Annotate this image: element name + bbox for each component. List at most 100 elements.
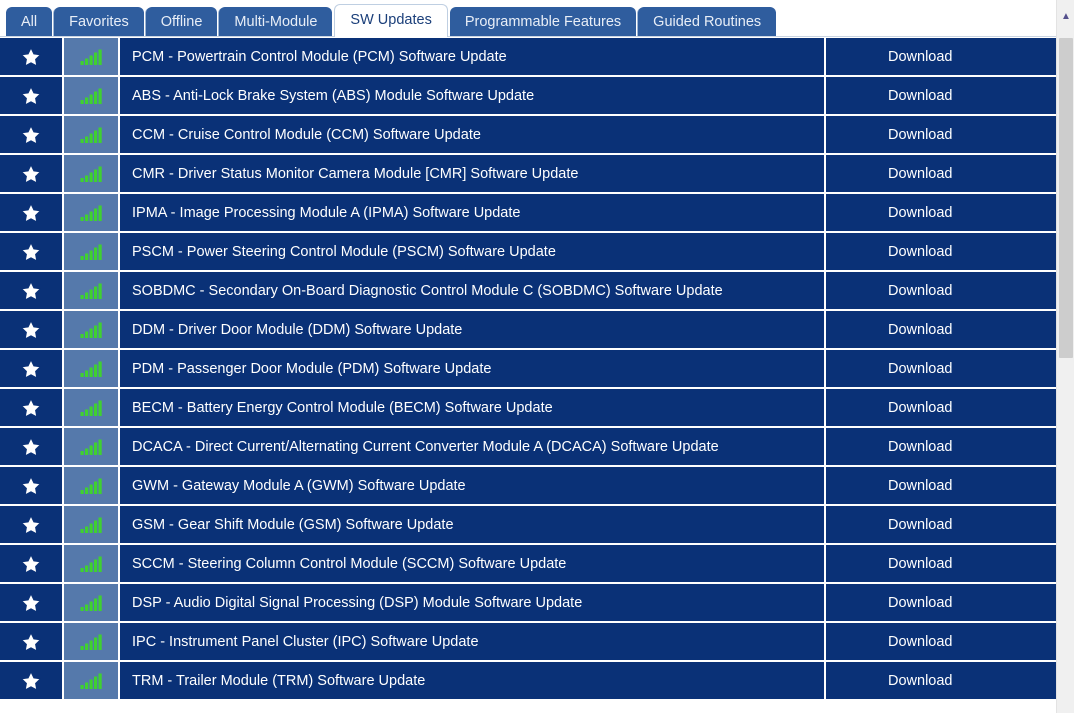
tab-guided-routines[interactable]: Guided Routines <box>638 7 777 37</box>
module-update-title[interactable]: TRM - Trailer Module (TRM) Software Upda… <box>120 662 824 699</box>
module-update-title[interactable]: DSP - Audio Digital Signal Processing (D… <box>120 584 824 621</box>
download-button[interactable]: Download <box>826 311 1056 348</box>
download-button[interactable]: Download <box>826 116 1056 153</box>
download-button[interactable]: Download <box>826 662 1056 699</box>
download-button[interactable]: Download <box>826 194 1056 231</box>
table-row[interactable]: SCCM - Steering Column Control Module (S… <box>0 545 1056 582</box>
signal-bars-icon <box>80 517 102 533</box>
tab-programmable-features[interactable]: Programmable Features <box>449 7 637 37</box>
module-update-title[interactable]: CMR - Driver Status Monitor Camera Modul… <box>120 155 824 192</box>
tab-offline[interactable]: Offline <box>145 7 218 37</box>
connection-status-cell[interactable] <box>64 662 118 699</box>
download-button[interactable]: Download <box>826 623 1056 660</box>
table-row[interactable]: CCM - Cruise Control Module (CCM) Softwa… <box>0 116 1056 153</box>
signal-bars-icon <box>80 166 102 182</box>
table-row[interactable]: CMR - Driver Status Monitor Camera Modul… <box>0 155 1056 192</box>
table-row[interactable]: SOBDMC - Secondary On-Board Diagnostic C… <box>0 272 1056 309</box>
vertical-scrollbar[interactable]: ▲ <box>1056 0 1074 713</box>
connection-status-cell[interactable] <box>64 545 118 582</box>
module-update-title[interactable]: SOBDMC - Secondary On-Board Diagnostic C… <box>120 272 824 309</box>
scroll-up-arrow-icon[interactable]: ▲ <box>1057 12 1074 22</box>
connection-status-cell[interactable] <box>64 467 118 504</box>
module-update-title[interactable]: PSCM - Power Steering Control Module (PS… <box>120 233 824 270</box>
table-row[interactable]: BECM - Battery Energy Control Module (BE… <box>0 389 1056 426</box>
favorite-toggle[interactable] <box>0 311 62 348</box>
download-button[interactable]: Download <box>826 584 1056 621</box>
table-row[interactable]: TRM - Trailer Module (TRM) Software Upda… <box>0 662 1056 699</box>
favorite-toggle[interactable] <box>0 389 62 426</box>
table-row[interactable]: GSM - Gear Shift Module (GSM) Software U… <box>0 506 1056 543</box>
connection-status-cell[interactable] <box>64 233 118 270</box>
module-update-title[interactable]: DCACA - Direct Current/Alternating Curre… <box>120 428 824 465</box>
connection-status-cell[interactable] <box>64 194 118 231</box>
module-update-title[interactable]: ABS - Anti-Lock Brake System (ABS) Modul… <box>120 77 824 114</box>
favorite-toggle[interactable] <box>0 506 62 543</box>
table-row[interactable]: DSP - Audio Digital Signal Processing (D… <box>0 584 1056 621</box>
favorite-toggle[interactable] <box>0 623 62 660</box>
scrollbar-thumb[interactable] <box>1059 38 1073 358</box>
tab-sw-updates[interactable]: SW Updates <box>334 4 448 37</box>
download-button[interactable]: Download <box>826 155 1056 192</box>
module-update-title[interactable]: SCCM - Steering Column Control Module (S… <box>120 545 824 582</box>
favorite-toggle[interactable] <box>0 194 62 231</box>
favorite-toggle[interactable] <box>0 272 62 309</box>
favorite-toggle[interactable] <box>0 116 62 153</box>
table-row[interactable]: DDM - Driver Door Module (DDM) Software … <box>0 311 1056 348</box>
download-button[interactable]: Download <box>826 77 1056 114</box>
download-button[interactable]: Download <box>826 272 1056 309</box>
table-row[interactable]: GWM - Gateway Module A (GWM) Software Up… <box>0 467 1056 504</box>
download-button[interactable]: Download <box>826 38 1056 75</box>
download-button[interactable]: Download <box>826 506 1056 543</box>
module-update-title[interactable]: BECM - Battery Energy Control Module (BE… <box>120 389 824 426</box>
favorite-toggle[interactable] <box>0 350 62 387</box>
favorite-toggle[interactable] <box>0 545 62 582</box>
table-row[interactable]: PSCM - Power Steering Control Module (PS… <box>0 233 1056 270</box>
tab-bar-underline <box>0 36 1056 37</box>
download-button[interactable]: Download <box>826 545 1056 582</box>
download-button[interactable]: Download <box>826 428 1056 465</box>
module-update-title[interactable]: PCM - Powertrain Control Module (PCM) So… <box>120 38 824 75</box>
connection-status-cell[interactable] <box>64 350 118 387</box>
module-update-title[interactable]: DDM - Driver Door Module (DDM) Software … <box>120 311 824 348</box>
table-row[interactable]: IPC - Instrument Panel Cluster (IPC) Sof… <box>0 623 1056 660</box>
favorite-toggle[interactable] <box>0 77 62 114</box>
tab-multi-module[interactable]: Multi-Module <box>219 7 333 37</box>
favorite-toggle[interactable] <box>0 584 62 621</box>
tab-all[interactable]: All <box>6 7 53 37</box>
download-button[interactable]: Download <box>826 350 1056 387</box>
module-update-title[interactable]: PDM - Passenger Door Module (PDM) Softwa… <box>120 350 824 387</box>
favorite-toggle[interactable] <box>0 662 62 699</box>
favorite-toggle[interactable] <box>0 467 62 504</box>
software-update-list[interactable]: PCM - Powertrain Control Module (PCM) So… <box>0 38 1056 713</box>
connection-status-cell[interactable] <box>64 623 118 660</box>
connection-status-cell[interactable] <box>64 506 118 543</box>
connection-status-cell[interactable] <box>64 38 118 75</box>
module-update-title[interactable]: GSM - Gear Shift Module (GSM) Software U… <box>120 506 824 543</box>
connection-status-cell[interactable] <box>64 584 118 621</box>
table-row[interactable]: PCM - Powertrain Control Module (PCM) So… <box>0 38 1056 75</box>
table-row[interactable]: ABS - Anti-Lock Brake System (ABS) Modul… <box>0 77 1056 114</box>
connection-status-cell[interactable] <box>64 272 118 309</box>
favorite-toggle[interactable] <box>0 155 62 192</box>
favorite-toggle[interactable] <box>0 38 62 75</box>
table-row[interactable]: PDM - Passenger Door Module (PDM) Softwa… <box>0 350 1056 387</box>
table-row[interactable]: DCACA - Direct Current/Alternating Curre… <box>0 428 1056 465</box>
module-update-title[interactable]: IPMA - Image Processing Module A (IPMA) … <box>120 194 824 231</box>
star-icon <box>21 125 41 145</box>
connection-status-cell[interactable] <box>64 389 118 426</box>
module-update-title[interactable]: IPC - Instrument Panel Cluster (IPC) Sof… <box>120 623 824 660</box>
connection-status-cell[interactable] <box>64 155 118 192</box>
favorite-toggle[interactable] <box>0 233 62 270</box>
table-row[interactable]: IPMA - Image Processing Module A (IPMA) … <box>0 194 1056 231</box>
download-button[interactable]: Download <box>826 389 1056 426</box>
tab-favorites[interactable]: Favorites <box>54 7 144 37</box>
download-button[interactable]: Download <box>826 233 1056 270</box>
favorite-toggle[interactable] <box>0 428 62 465</box>
connection-status-cell[interactable] <box>64 311 118 348</box>
module-update-title[interactable]: GWM - Gateway Module A (GWM) Software Up… <box>120 467 824 504</box>
connection-status-cell[interactable] <box>64 116 118 153</box>
download-button[interactable]: Download <box>826 467 1056 504</box>
connection-status-cell[interactable] <box>64 77 118 114</box>
module-update-title[interactable]: CCM - Cruise Control Module (CCM) Softwa… <box>120 116 824 153</box>
connection-status-cell[interactable] <box>64 428 118 465</box>
